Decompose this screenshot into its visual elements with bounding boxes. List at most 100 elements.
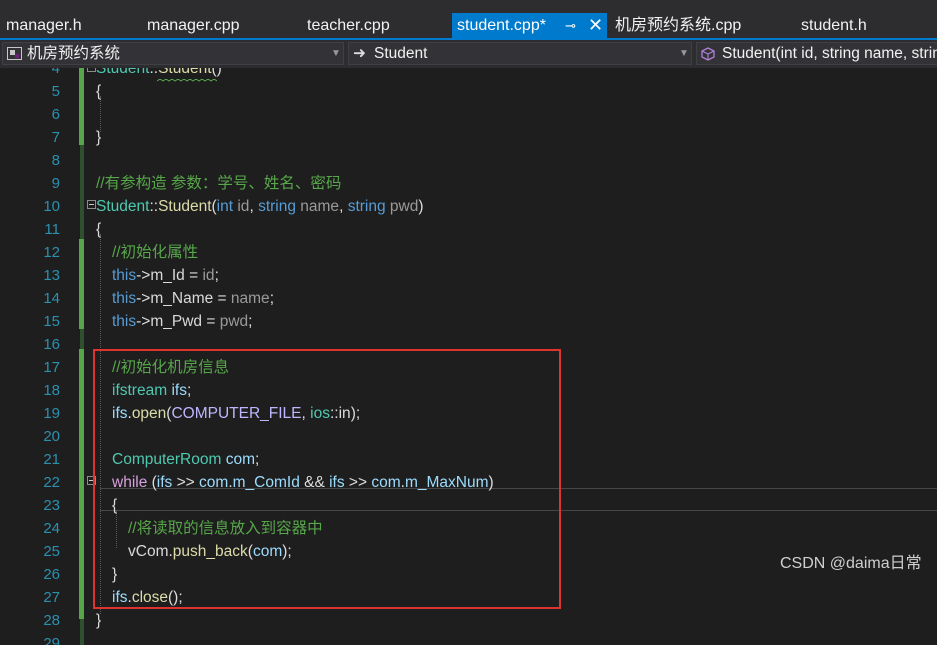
line-number: 9 <box>51 175 60 192</box>
code-token: this <box>112 267 137 284</box>
line-number: 24 <box>43 520 60 537</box>
warning-squiggle <box>157 79 217 82</box>
code-token: ; <box>269 290 274 307</box>
tab-main-cpp[interactable]: 机房预约系统.cpp <box>615 13 741 38</box>
tab-student-h[interactable]: student.h <box>801 13 867 38</box>
code-token: name <box>230 290 270 307</box>
line-number: 27 <box>43 589 60 606</box>
line-number: 20 <box>43 428 60 445</box>
code-token: -> <box>136 290 151 307</box>
collapse-toggle-icon[interactable] <box>87 200 96 209</box>
change-margin <box>80 619 84 645</box>
saved-change-bar <box>79 239 84 329</box>
member-dropdown[interactable]: Student(int id, string name, string pwd) <box>696 42 937 65</box>
close-icon[interactable]: ✕ <box>588 13 603 38</box>
line-number: 25 <box>43 543 60 560</box>
code-token: name <box>300 198 340 215</box>
line-number: 11 <box>44 221 60 238</box>
code-line[interactable]: { <box>96 80 101 103</box>
code-token: Student <box>158 68 212 77</box>
code-token: :: <box>149 198 159 215</box>
line-number: 22 <box>43 474 60 491</box>
code-line[interactable]: //有参构造 参数：学号、姓名、密码 <box>96 172 341 195</box>
line-number: 14 <box>43 290 60 307</box>
line-number: 21 <box>43 451 60 468</box>
code-token: , <box>339 198 348 215</box>
code-token: //有参构造 参数：学号、姓名、密码 <box>96 175 342 192</box>
line-number: 19 <box>43 405 60 422</box>
line-number: 6 <box>51 106 60 123</box>
line-number: 12 <box>43 244 60 261</box>
code-line[interactable]: //初始化属性 <box>112 241 198 264</box>
code-line[interactable]: this->m_Name = name; <box>112 287 274 310</box>
code-token: id <box>237 198 250 215</box>
line-number: 28 <box>43 612 60 629</box>
code-line[interactable]: Student::Student(int id, string name, st… <box>96 195 424 218</box>
code-line[interactable]: { <box>96 218 101 241</box>
line-number: 10 <box>43 198 60 215</box>
code-token: ; <box>214 267 219 284</box>
tab-teacher-cpp[interactable]: teacher.cpp <box>307 13 390 38</box>
highlight-annotation-box <box>93 349 561 609</box>
code-token: id <box>202 267 215 284</box>
tab-student-cpp[interactable]: student.cpp* ⊸ ✕ <box>452 13 607 38</box>
tab-label: student.cpp* <box>457 17 546 34</box>
line-number: 16 <box>43 336 60 353</box>
line-number: 8 <box>51 152 60 169</box>
code-token: } <box>96 129 102 146</box>
code-token: m_Id <box>150 267 185 284</box>
pin-icon[interactable]: ⊸ <box>565 13 576 38</box>
change-margin <box>80 145 84 239</box>
code-token: { <box>96 221 102 238</box>
code-line[interactable]: } <box>96 126 101 149</box>
code-token: string <box>258 198 296 215</box>
tab-manager-cpp[interactable]: manager.cpp <box>147 13 240 38</box>
code-token: = <box>202 313 220 330</box>
code-token: Student <box>158 198 212 215</box>
line-number: 5 <box>51 83 60 100</box>
code-line[interactable]: } <box>96 609 101 632</box>
method-cube-icon <box>701 47 715 61</box>
line-number: 26 <box>43 566 60 583</box>
code-token: m_Name <box>150 290 214 307</box>
member-signature: Student(int id, string name, string pwd) <box>722 45 937 62</box>
saved-change-bar <box>79 349 84 619</box>
line-number: 4 <box>51 68 60 77</box>
change-margin <box>80 329 84 349</box>
code-line[interactable]: this->m_Id = id; <box>112 264 219 287</box>
collapse-toggle-icon[interactable] <box>87 68 96 72</box>
project-dropdown[interactable]: 机房预约系统 ▼ <box>2 42 344 65</box>
code-token: () <box>211 68 222 77</box>
project-name: 机房预约系统 <box>27 45 121 62</box>
line-number: 13 <box>43 267 60 284</box>
code-token: pwd <box>389 198 419 215</box>
line-number: 29 <box>43 635 60 645</box>
code-token: -> <box>136 313 151 330</box>
saved-change-bar <box>79 68 84 145</box>
code-token: m_Pwd <box>150 313 203 330</box>
code-token: { <box>96 83 102 100</box>
scope-name: Student <box>374 45 428 62</box>
line-number: 15 <box>43 313 60 330</box>
line-number-gutter: 4 5 6 7 8 9 10 11 12 13 14 15 16 17 18 1… <box>0 68 72 645</box>
navigation-bar: 机房预约系统 ▼ ➜ Student ▼ Student(int id, str… <box>0 40 937 68</box>
project-icon <box>7 47 22 60</box>
document-tab-strip: manager.h manager.cpp teacher.cpp studen… <box>0 0 937 38</box>
code-token: //初始化属性 <box>112 244 199 261</box>
code-token: = <box>184 267 203 284</box>
code-token: ; <box>248 313 253 330</box>
code-line[interactable]: this->m_Pwd = pwd; <box>112 310 252 333</box>
code-token: = <box>213 290 231 307</box>
tab-manager-h[interactable]: manager.h <box>6 13 82 38</box>
code-token: } <box>96 612 102 629</box>
scope-dropdown[interactable]: ➜ Student ▼ <box>348 42 692 65</box>
code-token: string <box>347 198 386 215</box>
line-number: 7 <box>51 129 60 146</box>
line-number: 23 <box>43 497 60 514</box>
code-token: Student <box>96 68 150 77</box>
code-token: this <box>112 290 137 307</box>
line-number: 18 <box>43 382 60 399</box>
arrow-right-icon: ➜ <box>353 45 366 62</box>
line-number: 17 <box>43 359 60 376</box>
code-token: ) <box>418 198 424 215</box>
